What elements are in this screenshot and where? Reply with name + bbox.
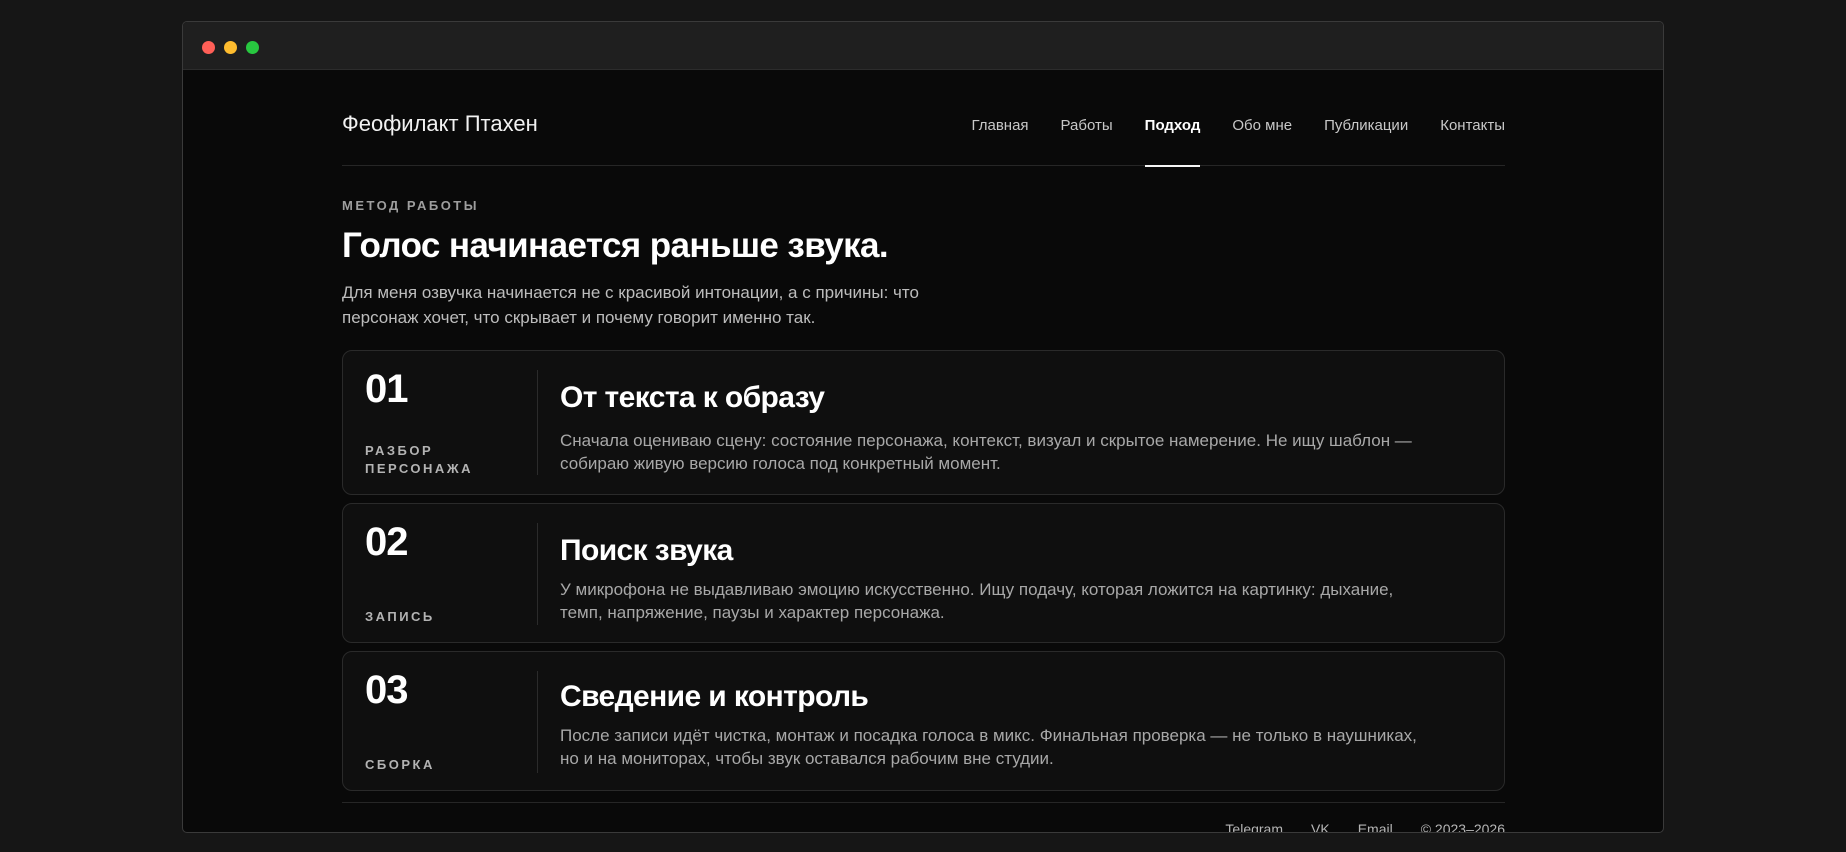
step-number: 03	[365, 668, 408, 712]
section-eyebrow: МЕТОД РАБОТЫ	[342, 198, 479, 213]
footer-links: Telegram VK Email © 2023–2026	[1197, 821, 1505, 833]
site-brand[interactable]: Феофилакт Птахен	[342, 111, 538, 137]
page-content: Феофилакт Птахен Главная Работы Подход О…	[342, 70, 1505, 832]
nav-item-publications[interactable]: Публикации	[1324, 70, 1408, 166]
step-title: Сведение и контроль	[560, 680, 869, 713]
nav-item-contacts[interactable]: Контакты	[1440, 70, 1505, 166]
footer-copyright: © 2023–2026	[1420, 821, 1505, 833]
step-card: 02 ЗАПИСЬ Поиск звука У микрофона не выд…	[342, 503, 1505, 643]
step-text: Сначала оцениваю сцену: состояние персон…	[560, 431, 1412, 473]
step-divider	[537, 523, 538, 625]
site-header: Феофилакт Птахен Главная Работы Подход О…	[342, 70, 1505, 167]
step-card: 01 РАЗБОР ПЕРСОНАЖА От текста к образу С…	[342, 350, 1505, 495]
step-title: Поиск звука	[560, 534, 733, 567]
nav-item-approach[interactable]: Подход	[1144, 70, 1200, 167]
page-title: Голос начинается раньше звука.	[342, 226, 889, 265]
minimize-window-button[interactable]	[224, 41, 237, 54]
footer-link-vk[interactable]: VK	[1311, 821, 1330, 832]
browser-window: Феофилакт Птахен Главная Работы Подход О…	[182, 21, 1664, 833]
footer-link-telegram[interactable]: Telegram	[1225, 821, 1283, 832]
window-titlebar	[183, 22, 1663, 70]
step-number: 02	[365, 520, 408, 564]
nav-item-works[interactable]: Работы	[1061, 70, 1113, 166]
nav-item-about[interactable]: Обо мне	[1232, 70, 1292, 166]
footer-link-email[interactable]: Email	[1358, 821, 1393, 832]
step-text: У микрофона не выдавливаю эмоцию искусст…	[560, 580, 1394, 622]
site-footer: Telegram VK Email © 2023–2026	[342, 802, 1505, 832]
step-divider	[537, 370, 538, 475]
step-divider	[537, 671, 538, 773]
main-nav: Главная Работы Подход Обо мне Публикации…	[939, 70, 1505, 167]
step-tag: СБОРКА	[365, 757, 435, 772]
close-window-button[interactable]	[202, 41, 215, 54]
step-title: От текста к образу	[560, 381, 825, 414]
nav-item-home[interactable]: Главная	[971, 70, 1028, 166]
step-tag: ЗАПИСЬ	[365, 609, 435, 624]
step-card: 03 СБОРКА Сведение и контроль После запи…	[342, 651, 1505, 791]
step-number: 01	[365, 367, 408, 411]
page-lead: Для меня озвучка начинается не с красиво…	[342, 283, 919, 327]
maximize-window-button[interactable]	[246, 41, 259, 54]
step-text: После записи идёт чистка, монтаж и посад…	[560, 726, 1417, 768]
step-tag: РАЗБОР ПЕРСОНАЖА	[365, 443, 473, 476]
